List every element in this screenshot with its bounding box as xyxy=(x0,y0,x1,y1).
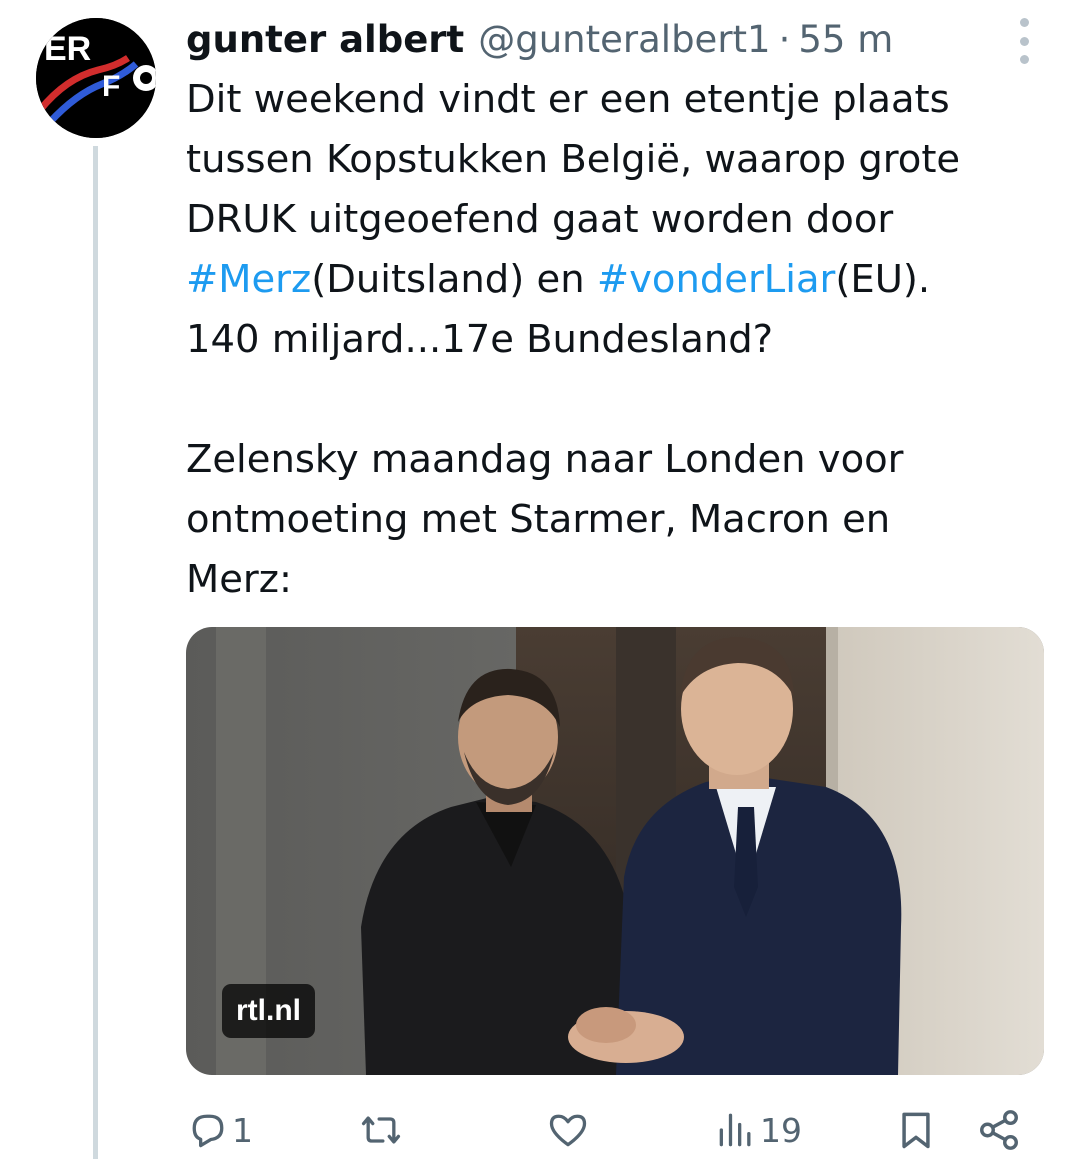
more-vertical-icon-dot xyxy=(1019,36,1029,46)
erfc-logo: ER F xyxy=(36,18,156,138)
author-name[interactable]: gunter albert xyxy=(186,18,464,61)
bookmark-icon xyxy=(902,1112,930,1149)
post-line: ontmoeting met Starmer, Macron en xyxy=(186,497,891,542)
author-handle[interactable]: @gunteralbert1 xyxy=(478,18,770,61)
post-line: Dit weekend vindt er een etentje plaats xyxy=(186,77,950,122)
hashtag-link-vonderliar[interactable]: #vonderLiar xyxy=(597,257,836,302)
more-vertical-icon-dot xyxy=(1019,55,1029,64)
more-vertical-icon-dot xyxy=(1019,18,1029,27)
post-line: #Merz(Duitsland) en #vonderLiar(EU). xyxy=(186,250,1046,310)
post-line: DRUK uitgeoefend gaat worden door xyxy=(186,197,894,242)
views-button[interactable]: 19 xyxy=(714,1105,802,1155)
reply-bubble-icon xyxy=(192,1114,224,1148)
thread-line xyxy=(93,146,98,1159)
reply-button[interactable]: 1 xyxy=(186,1105,253,1155)
link-preview-card[interactable]: rtl.nl xyxy=(186,627,1044,1075)
bookmark-button[interactable] xyxy=(894,1105,938,1155)
post-time[interactable]: 55 m xyxy=(798,18,893,61)
share-icon xyxy=(980,1110,1018,1150)
post-text-fragment: (EU). xyxy=(835,257,931,302)
hashtag-link-merz[interactable]: #Merz xyxy=(186,257,311,302)
views-bars-icon xyxy=(719,1113,751,1147)
post-line: Merz: xyxy=(186,557,292,602)
reply-count: 1 xyxy=(232,1110,253,1150)
repost-arrows-icon xyxy=(361,1116,401,1144)
views-count: 19 xyxy=(760,1110,802,1150)
separator-dot: · xyxy=(778,17,791,61)
post-line: tussen Kopstukken België, waarop grote xyxy=(186,137,961,182)
post-text-fragment: (Duitsland) en xyxy=(311,257,597,302)
post-header: gunter albert @gunteralbert1 · 55 m xyxy=(186,14,893,64)
repost-button[interactable] xyxy=(358,1105,406,1155)
post-line: 140 miljard...17e Bundesland? xyxy=(186,317,774,362)
link-domain-badge: rtl.nl xyxy=(222,984,315,1038)
heart-icon xyxy=(549,1114,587,1147)
avatar-letters-er: ER xyxy=(44,30,91,68)
like-button[interactable] xyxy=(546,1105,592,1155)
action-bar: 1 19 xyxy=(186,1105,1031,1155)
avatar-letter-f: F xyxy=(102,70,120,103)
post-text: Dit weekend vindt er een etentje plaats … xyxy=(186,70,1046,610)
more-options-button[interactable] xyxy=(1012,18,1036,64)
avatar[interactable]: ER F xyxy=(36,18,156,138)
post-line: Zelensky maandag naar Londen voor xyxy=(186,437,904,482)
share-button[interactable] xyxy=(976,1105,1022,1155)
